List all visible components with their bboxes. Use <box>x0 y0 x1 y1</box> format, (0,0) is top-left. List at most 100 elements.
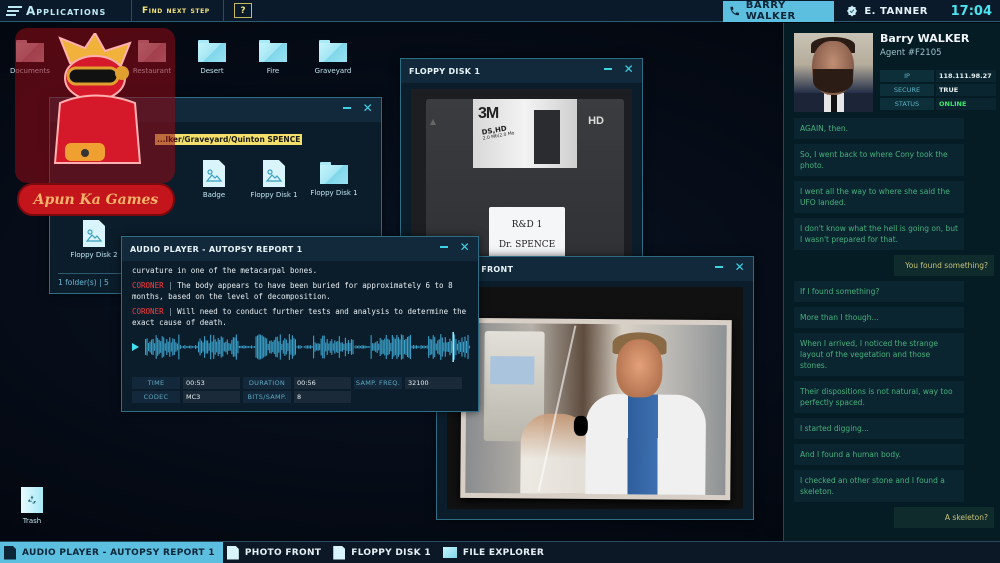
waveform-bar <box>455 338 457 356</box>
waveform-bar <box>305 345 307 349</box>
window-titlebar[interactable]: PHOTO FRONT ✕ <box>437 257 753 281</box>
waveform-bar <box>458 340 460 354</box>
gamer-mascot-icon <box>53 33 142 164</box>
bits-label: BITS/SAMP. <box>243 391 291 403</box>
waveform-bar <box>181 346 183 348</box>
taskbar-item-audio-player[interactable]: AUDIO PLAYER - AUTOPSY REPORT 1 <box>0 542 223 563</box>
waveform-bar <box>287 343 289 351</box>
user-profile[interactable]: E. TANNER <box>834 5 940 17</box>
applications-menu-button[interactable]: Applications <box>0 0 132 22</box>
waveform-bar <box>290 339 292 355</box>
waveform-bar <box>366 346 368 348</box>
find-next-step-button[interactable]: Find next step <box>132 0 224 22</box>
minimize-button[interactable] <box>342 107 351 109</box>
waveform-bar <box>450 340 452 354</box>
waveform-bar <box>314 342 316 352</box>
contact-panel: Barry WALKER Agent #F2105 IP 118.111.98.… <box>783 23 1000 541</box>
waveform-bar <box>300 346 303 348</box>
image-file-icon <box>83 220 105 247</box>
waveform-bar <box>179 345 181 349</box>
waveform-bar <box>449 338 451 356</box>
waveform-bar <box>369 346 371 348</box>
waveform-bar <box>358 345 360 349</box>
window-titlebar[interactable]: FLOPPY DISK 1 ✕ <box>401 59 642 83</box>
waveform-bar <box>372 343 374 351</box>
desktop-icon-fire[interactable]: Fire <box>243 40 303 75</box>
waveform-bar <box>456 343 458 351</box>
photo-viewer <box>447 287 743 509</box>
waveform-bar <box>387 338 389 356</box>
taskbar-item-file-explorer[interactable]: FILE EXPLORER <box>439 542 552 563</box>
waveform-bar <box>222 337 224 357</box>
waveform-bar <box>266 338 268 356</box>
playhead[interactable] <box>452 332 454 362</box>
verified-badge-icon <box>847 5 858 17</box>
waveform-bar <box>328 343 330 351</box>
close-button[interactable]: ✕ <box>363 101 373 115</box>
waveform-bar <box>219 339 221 355</box>
waveform-bar <box>431 339 433 355</box>
icon-label: Trash <box>22 517 42 525</box>
waveform-bar <box>210 334 212 360</box>
icon-label: Graveyard <box>314 67 352 75</box>
waveform-bar <box>393 337 395 357</box>
play-icon[interactable] <box>132 343 139 351</box>
file-label: Floppy Disk 1 <box>250 191 298 199</box>
file-item-floppy-disk-1-image[interactable]: Floppy Disk 1 <box>244 160 304 199</box>
taskbar-item-photo-front[interactable]: PHOTO FRONT <box>223 542 329 563</box>
taskbar-item-floppy-disk-1[interactable]: FLOPPY DISK 1 <box>329 542 439 563</box>
close-button[interactable]: ✕ <box>460 240 470 254</box>
file-item-badge[interactable]: Badge <box>184 160 244 199</box>
waveform-bar <box>426 345 428 349</box>
waveform-bar <box>252 346 254 348</box>
waveform-bar <box>379 337 381 357</box>
agent-id: Agent #F2105 <box>880 48 942 58</box>
waveform-bar <box>317 343 319 351</box>
window-titlebar[interactable]: AUDIO PLAYER - AUTOPSY REPORT 1 ✕ <box>122 237 478 261</box>
chat-message-received: I don't know what the hell is going on, … <box>794 218 964 250</box>
waveform-bar <box>238 345 240 349</box>
close-button[interactable]: ✕ <box>735 260 745 274</box>
file-item-floppy-disk-1-folder[interactable]: Floppy Disk 1 <box>304 162 364 197</box>
waveform-bar <box>338 336 340 358</box>
waveform-bar <box>167 341 169 353</box>
desktop-icon-graveyard[interactable]: Graveyard <box>303 40 363 75</box>
secure-label: SECURE <box>880 84 934 96</box>
minimize-button[interactable] <box>714 266 723 268</box>
desktop-icon-desert[interactable]: Desert <box>182 40 242 75</box>
minimize-button[interactable] <box>603 68 612 70</box>
waveform-scrubber[interactable] <box>145 332 470 362</box>
waveform-bar <box>263 336 265 358</box>
waveform-bar <box>361 345 363 349</box>
taskbar-label: AUDIO PLAYER - AUTOPSY REPORT 1 <box>22 547 215 558</box>
waveform-bar <box>323 335 325 359</box>
minimize-button[interactable] <box>439 246 448 248</box>
waveform-bar <box>188 345 191 349</box>
window-title: AUDIO PLAYER - AUTOPSY REPORT 1 <box>130 244 303 254</box>
waveform-bar <box>258 334 260 360</box>
waveform-bar <box>145 339 147 355</box>
close-button[interactable]: ✕ <box>624 62 634 76</box>
waveform-bar <box>461 337 463 357</box>
waveform-bar <box>288 334 290 360</box>
chat-message-received: More than I though... <box>794 307 964 328</box>
waveform-bar <box>297 345 300 349</box>
waveform-bar <box>432 335 434 359</box>
waveform-bar <box>193 346 195 348</box>
waveform-bar <box>347 339 349 355</box>
waveform-bar <box>254 346 256 348</box>
waveform-bar <box>185 346 187 348</box>
folder-icon <box>319 40 347 62</box>
transcript-line: curvature in one of the metacarpal bones… <box>132 265 468 276</box>
bullet-hole <box>573 415 588 436</box>
active-call-tab[interactable]: BARRY WALKER <box>723 0 835 22</box>
waveform-bar <box>220 336 222 358</box>
codec-value: MC3 <box>183 391 240 403</box>
waveform-bar <box>403 339 405 355</box>
waveform-bar <box>422 345 424 349</box>
desktop-icon-trash[interactable]: Trash <box>2 487 62 525</box>
file-item-floppy-disk-2[interactable]: Floppy Disk 2 <box>64 220 124 259</box>
waveform-bar <box>207 340 209 354</box>
waveform-bar <box>425 345 427 349</box>
help-button[interactable]: ? <box>234 3 252 18</box>
